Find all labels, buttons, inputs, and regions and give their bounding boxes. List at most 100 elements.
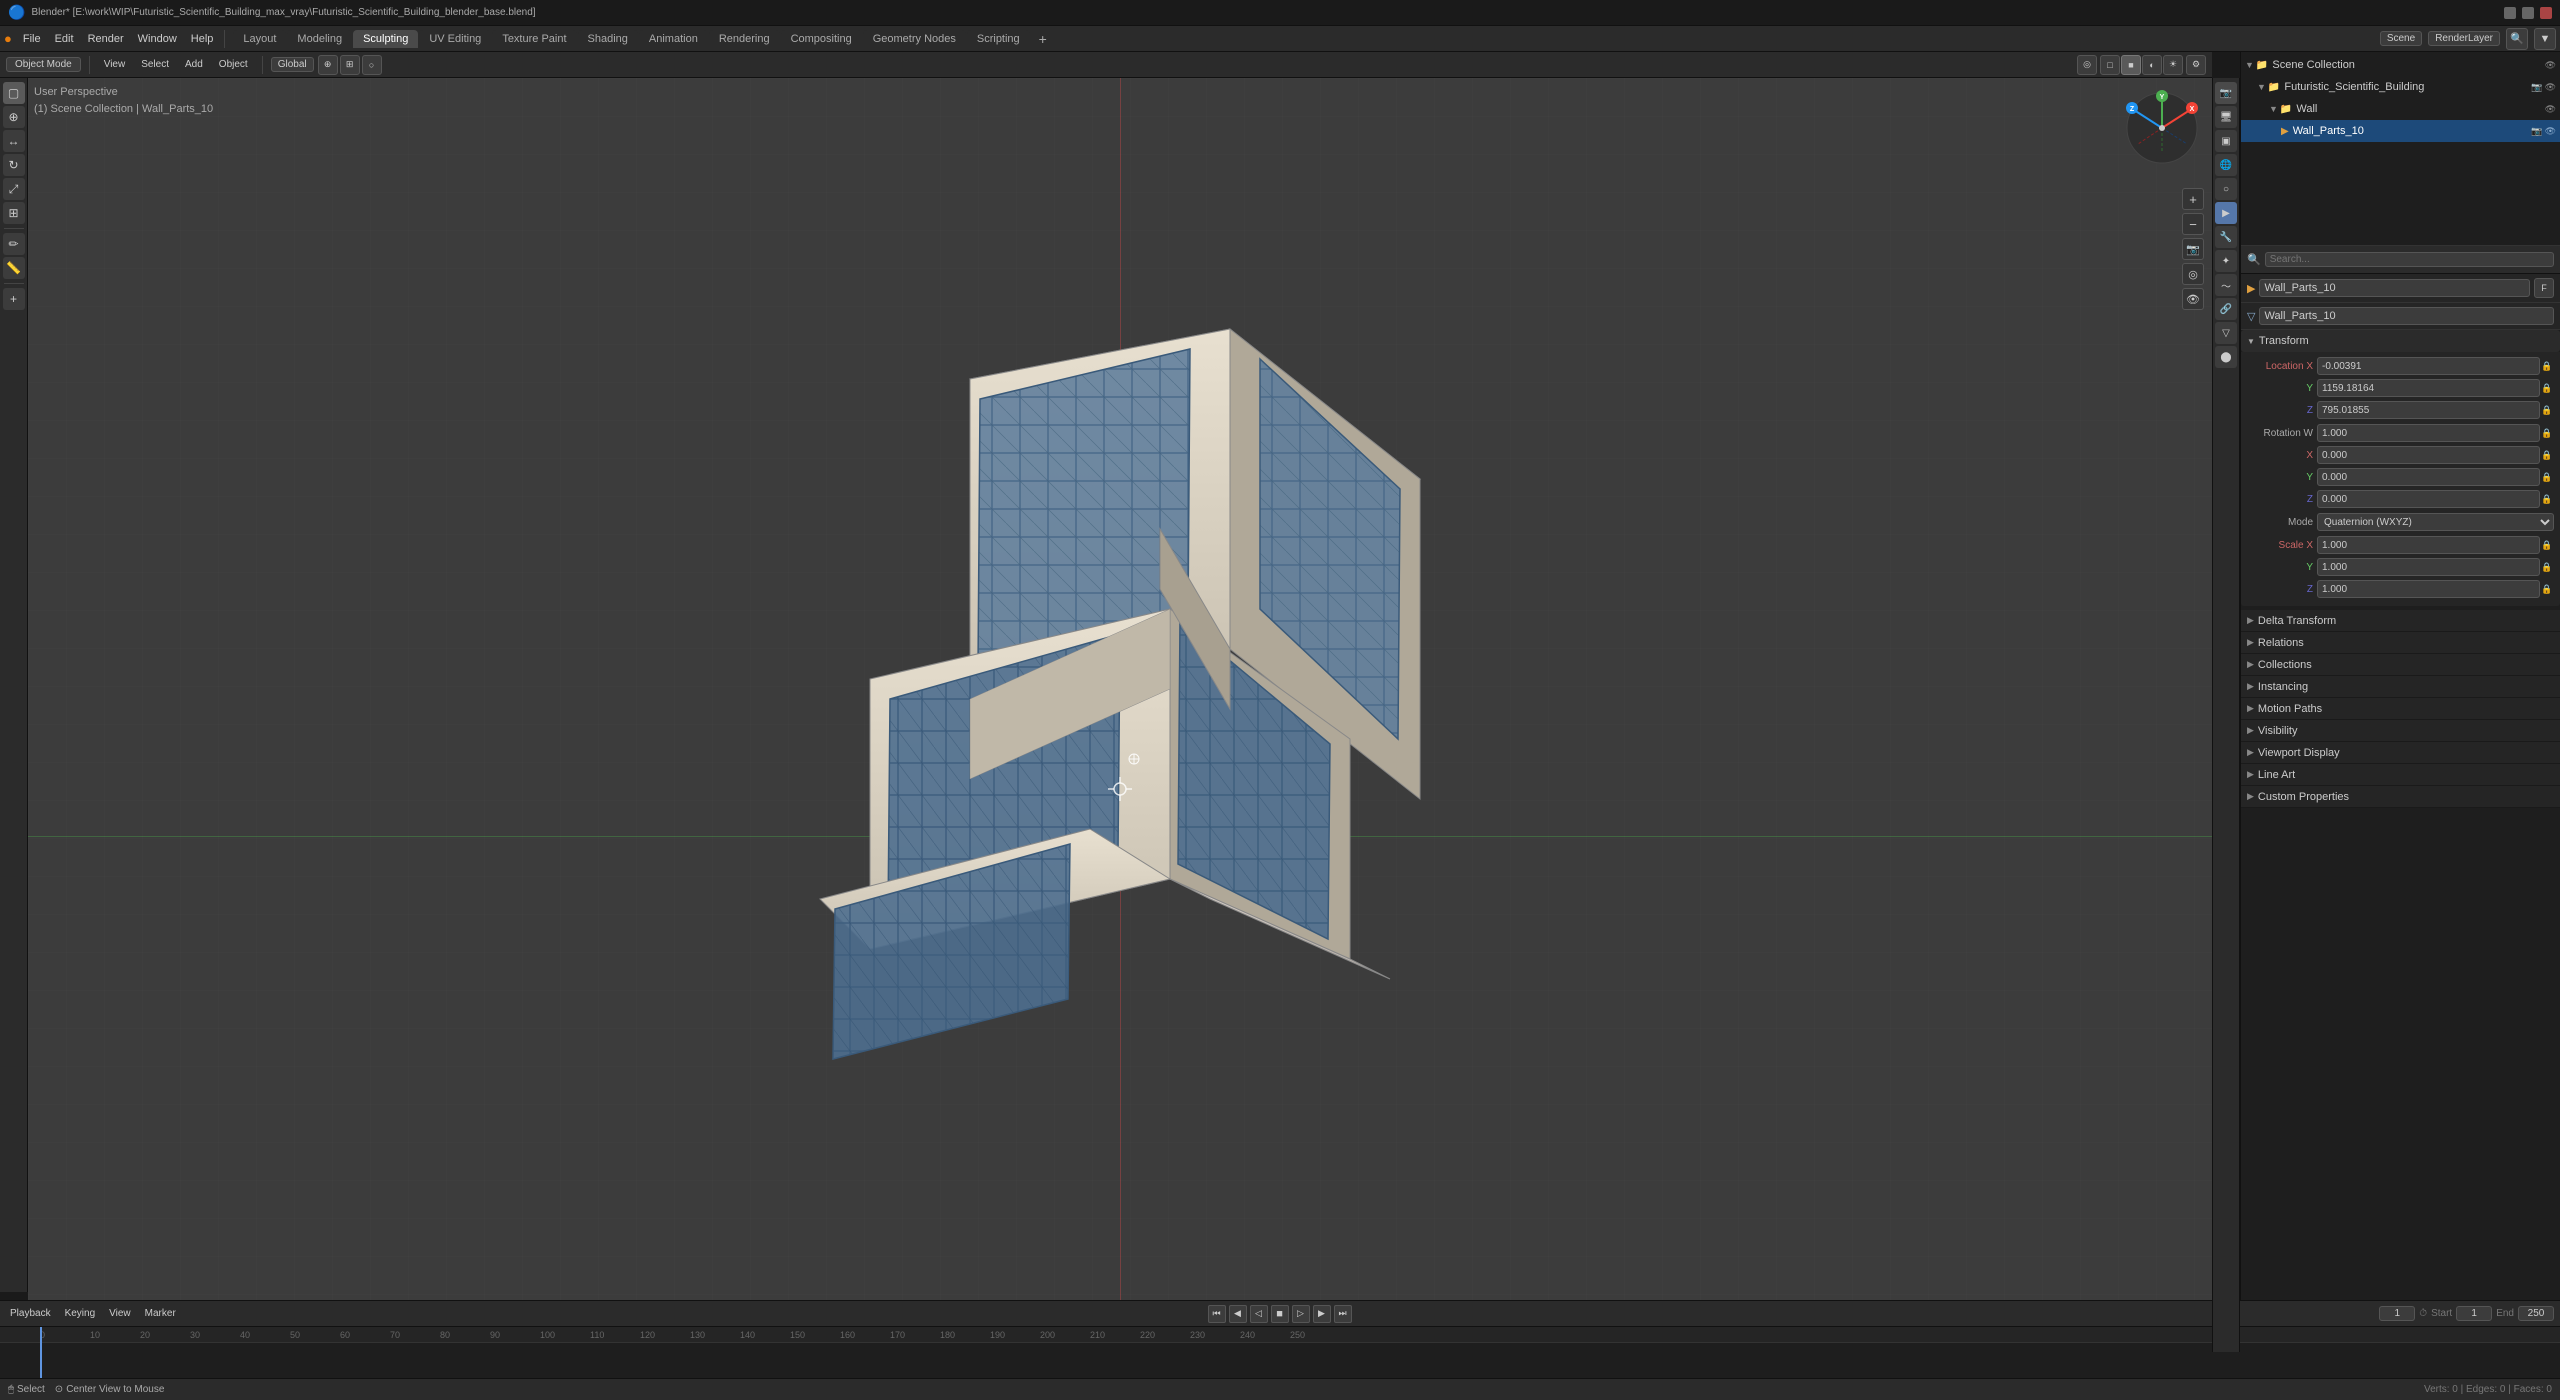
zoom-in-button[interactable]: +	[2182, 188, 2204, 210]
tab-rendering[interactable]: Rendering	[709, 30, 780, 48]
rotation-mode-select[interactable]: Quaternion (WXYZ)	[2317, 513, 2554, 531]
motion-paths-section[interactable]: ▶ Motion Paths	[2241, 698, 2560, 720]
cursor-tool[interactable]: ⊕	[3, 106, 25, 128]
fake-user-button[interactable]: F	[2534, 278, 2554, 298]
measure-tool[interactable]: 📏	[3, 257, 25, 279]
reverse-play-button[interactable]: ◁	[1250, 1305, 1268, 1323]
rotation-y-input[interactable]	[2317, 468, 2540, 486]
scale-x-lock[interactable]: 🔒	[2540, 540, 2554, 551]
tab-shading[interactable]: Shading	[578, 30, 638, 48]
menu-render[interactable]: Render	[81, 31, 131, 47]
scale-z-lock[interactable]: 🔒	[2540, 584, 2554, 595]
modifier-properties-tab[interactable]: 🔧	[2215, 226, 2237, 248]
zoom-out-button[interactable]: −	[2182, 213, 2204, 235]
rotation-w-lock[interactable]: 🔒	[2540, 428, 2554, 439]
material-tab[interactable]: ⬤	[2215, 346, 2237, 368]
outliner-row-wall-parts-10[interactable]: ▶ Wall_Parts_10 📷 👁	[2241, 120, 2560, 142]
constraints-tab[interactable]: 🔗	[2215, 298, 2237, 320]
transform-section-header[interactable]: ▼ Transform	[2241, 330, 2560, 352]
maximize-button[interactable]	[2522, 7, 2534, 19]
jump-end-button[interactable]: ⏭	[1334, 1305, 1352, 1323]
rotation-x-lock[interactable]: 🔒	[2540, 450, 2554, 461]
rotation-x-input[interactable]	[2317, 446, 2540, 464]
viewport[interactable]: User Perspective (1) Scene Collection | …	[28, 78, 2212, 1300]
render-properties-tab[interactable]: 📷	[2215, 82, 2237, 104]
wall-vis-icon[interactable]: 👁	[2545, 104, 2556, 115]
mode-selector[interactable]: Object Mode	[6, 57, 81, 72]
transform-tool[interactable]: ⊞	[3, 202, 25, 224]
overlay-button[interactable]: ◎	[2077, 55, 2097, 75]
scale-x-input[interactable]	[2317, 536, 2540, 554]
custom-properties-section[interactable]: ▶ Custom Properties	[2241, 786, 2560, 808]
location-x-input[interactable]	[2317, 357, 2540, 375]
view-layer-tab[interactable]: ▣	[2215, 130, 2237, 152]
wall-parts-vis-icon[interactable]: 👁	[2545, 126, 2556, 137]
mesh-name-input[interactable]	[2259, 307, 2554, 325]
menu-help[interactable]: Help	[184, 31, 221, 47]
scene-vis-icon[interactable]: 👁	[2545, 60, 2556, 71]
playback-menu[interactable]: Playback	[6, 1308, 55, 1319]
snapping-icon[interactable]: ⊞	[340, 55, 360, 75]
pivot-icon[interactable]: ⊕	[318, 55, 338, 75]
tab-scripting[interactable]: Scripting	[967, 30, 1030, 48]
object-menu[interactable]: Object	[213, 57, 254, 72]
location-x-lock[interactable]: 🔒	[2540, 361, 2554, 372]
visibility-section[interactable]: ▶ Visibility	[2241, 720, 2560, 742]
scene-tab[interactable]: 🌐	[2215, 154, 2237, 176]
viewport-display-section[interactable]: ▶ Viewport Display	[2241, 742, 2560, 764]
view-menu-timeline[interactable]: View	[105, 1308, 135, 1319]
relations-section[interactable]: ▶ Relations	[2241, 632, 2560, 654]
annotate-tool[interactable]: ✏	[3, 233, 25, 255]
start-frame-input[interactable]	[2456, 1306, 2492, 1321]
location-y-input[interactable]	[2317, 379, 2540, 397]
delta-transform-section[interactable]: ▶ Delta Transform	[2241, 610, 2560, 632]
move-tool[interactable]: ↔	[3, 130, 25, 152]
menu-file[interactable]: File	[16, 31, 48, 47]
current-frame-input[interactable]	[2379, 1306, 2415, 1321]
rotation-z-lock[interactable]: 🔒	[2540, 494, 2554, 505]
outliner-row-scene-collection[interactable]: ▼ 📁 Scene Collection 👁	[2241, 54, 2560, 76]
wireframe-mode[interactable]: □	[2100, 55, 2120, 75]
rotation-w-input[interactable]	[2317, 424, 2540, 442]
search-button[interactable]: 🔍	[2506, 28, 2528, 50]
stop-button[interactable]: ■	[1271, 1305, 1289, 1323]
building-camera-icon[interactable]: 📷	[2531, 82, 2542, 93]
tab-sculpting[interactable]: Sculpting	[353, 30, 418, 48]
output-properties-tab[interactable]: 🖥	[2215, 106, 2237, 128]
tab-geometry-nodes[interactable]: Geometry Nodes	[863, 30, 966, 48]
material-preview-mode[interactable]: ◐	[2142, 55, 2162, 75]
rotation-z-input[interactable]	[2317, 490, 2540, 508]
rotate-tool[interactable]: ↻	[3, 154, 25, 176]
tab-uv-editing[interactable]: UV Editing	[419, 30, 491, 48]
scale-y-input[interactable]	[2317, 558, 2540, 576]
tab-texture-paint[interactable]: Texture Paint	[492, 30, 576, 48]
properties-search-input[interactable]	[2265, 252, 2554, 267]
world-tab[interactable]: ○	[2215, 178, 2237, 200]
object-data-tab[interactable]: ▽	[2215, 322, 2237, 344]
transform-global[interactable]: Global	[271, 57, 314, 72]
menu-window[interactable]: Window	[131, 31, 184, 47]
scene-selector[interactable]: Scene	[2380, 31, 2422, 46]
camera-button[interactable]: 📷	[2182, 238, 2204, 260]
location-z-input[interactable]	[2317, 401, 2540, 419]
render-layer-selector[interactable]: RenderLayer	[2428, 31, 2500, 46]
close-button[interactable]	[2540, 7, 2552, 19]
tab-modeling[interactable]: Modeling	[287, 30, 352, 48]
vr-button[interactable]: 👁	[2182, 288, 2204, 310]
wall-parts-camera-icon[interactable]: 📷	[2531, 126, 2542, 137]
nav-gizmo[interactable]: Y X Z	[2122, 88, 2202, 168]
add-menu[interactable]: Add	[179, 57, 209, 72]
focus-button[interactable]: ◎	[2182, 263, 2204, 285]
proportional-edit-icon[interactable]: ○	[362, 55, 382, 75]
select-menu[interactable]: Select	[135, 57, 175, 72]
keying-menu[interactable]: Keying	[61, 1308, 100, 1319]
outliner-row-building[interactable]: ▼ 📁 Futuristic_Scientific_Building 📷 👁	[2241, 76, 2560, 98]
physics-tab[interactable]: 〜	[2215, 274, 2237, 296]
collections-section[interactable]: ▶ Collections	[2241, 654, 2560, 676]
tab-compositing[interactable]: Compositing	[781, 30, 862, 48]
location-z-lock[interactable]: 🔒	[2540, 405, 2554, 416]
location-y-lock[interactable]: 🔒	[2540, 383, 2554, 394]
view-menu[interactable]: View	[98, 57, 132, 72]
line-art-section[interactable]: ▶ Line Art	[2241, 764, 2560, 786]
object-name-input[interactable]	[2259, 279, 2530, 297]
